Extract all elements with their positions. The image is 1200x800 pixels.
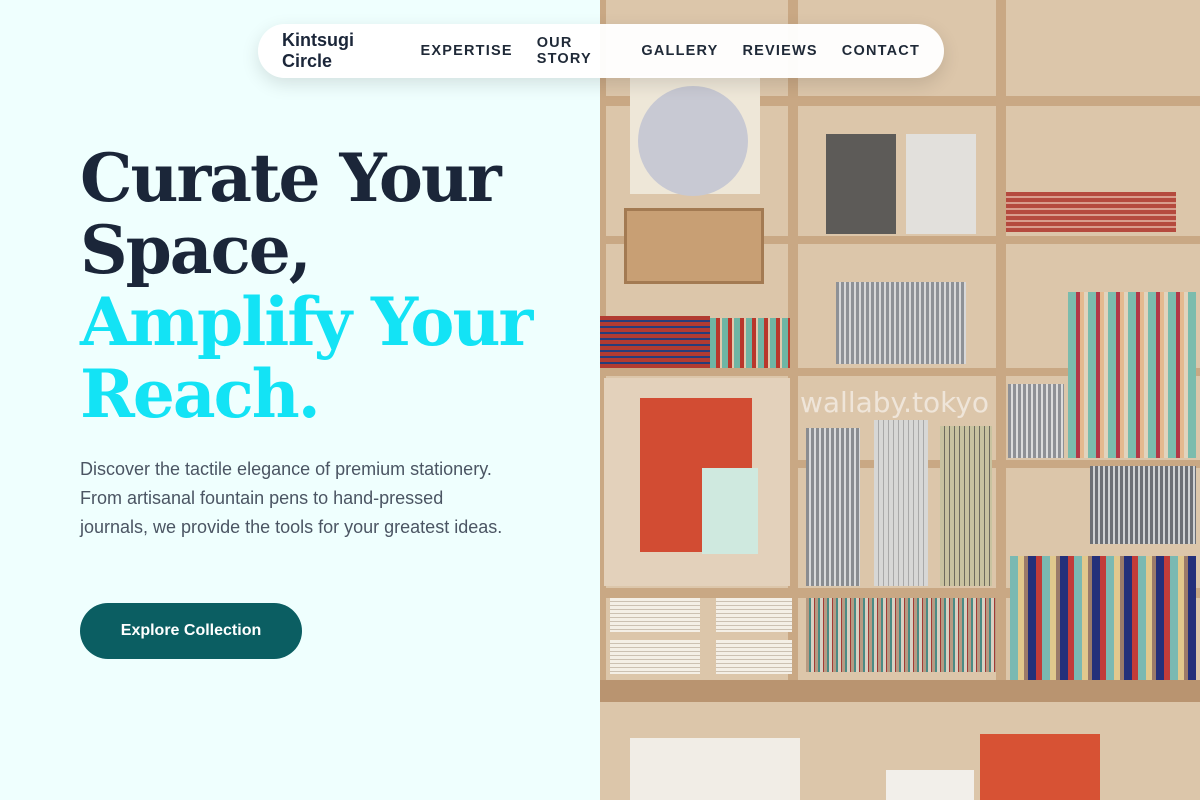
photo-print [906, 134, 976, 234]
red-box [980, 734, 1100, 800]
wooden-box [624, 208, 764, 284]
headline-line-2: Space, [80, 211, 312, 289]
explore-collection-button[interactable]: Explore Collection [80, 603, 302, 659]
nav-link-expertise[interactable]: EXPERTISE [421, 43, 513, 59]
nav-link-contact[interactable]: CONTACT [842, 43, 920, 59]
folder-stack [600, 316, 710, 368]
paper-stack [610, 640, 700, 674]
paper-stack [940, 426, 992, 586]
brand-logo[interactable]: Kintsugi Circle [282, 30, 389, 72]
paper-stack [806, 598, 996, 672]
record-disc [638, 86, 748, 196]
headline-accent-line-2: Reach. [80, 355, 321, 433]
nav-link-reviews[interactable]: REVIEWS [743, 43, 818, 59]
paper-stack [716, 640, 792, 674]
paper-stack [716, 598, 792, 632]
paper-stack [806, 428, 860, 586]
headline-line-1: Curate Your [80, 139, 502, 217]
paper-box [630, 738, 800, 800]
top-nav: Kintsugi Circle EXPERTISE OUR STORY GALL… [258, 24, 944, 78]
paper-stack [1090, 466, 1196, 544]
nav-link-gallery[interactable]: GALLERY [641, 43, 718, 59]
headline-accent-line-1: Amplify Your [80, 283, 533, 361]
shelf-board [600, 680, 1200, 702]
photo-watermark: wallaby.tokyo [800, 386, 990, 419]
hero-description: Discover the tactile elegance of premium… [80, 459, 503, 537]
paper-stack [610, 598, 700, 632]
mint-envelope [702, 468, 758, 554]
folder-stack [1068, 292, 1196, 458]
folder-stack [710, 318, 790, 368]
nav-link-our-story[interactable]: OUR STORY [537, 35, 618, 67]
paper-stack [1010, 556, 1196, 680]
folder-stack [1006, 192, 1176, 232]
paper-box [886, 770, 974, 800]
hero-headline: Curate Your Space, Amplify Your Reach. [80, 142, 580, 430]
paper-stack [874, 420, 928, 586]
paper-stack [836, 282, 966, 364]
hero-section: Curate Your Space, Amplify Your Reach. D… [0, 0, 600, 800]
photo-print [826, 134, 896, 234]
paper-stack [1008, 384, 1064, 458]
hero-photo: wallaby.tokyo [600, 0, 1200, 800]
